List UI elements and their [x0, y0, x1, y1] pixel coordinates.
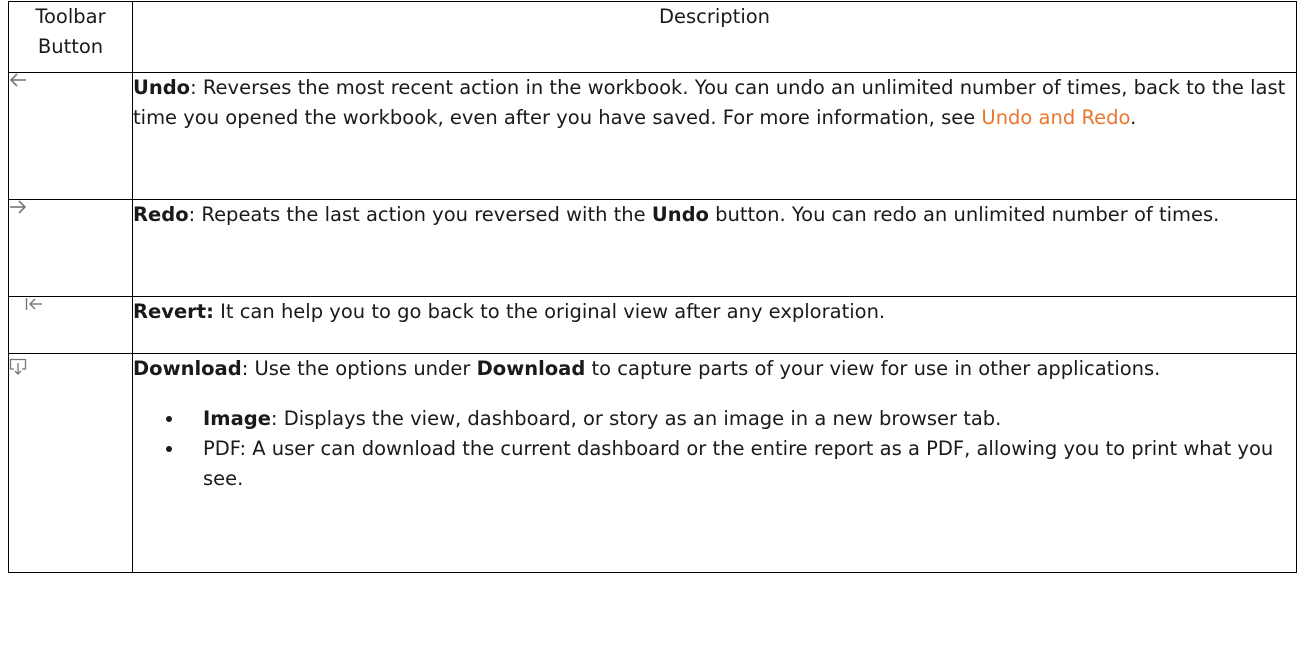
revert-icon	[25, 297, 132, 311]
table-row-undo: Undo: Reverses the most recent action in…	[8, 72, 1297, 200]
download-options-list: Image: Displays the view, dashboard, or …	[133, 404, 1296, 494]
table-row-redo: Redo: Repeats the last action you revers…	[8, 199, 1297, 297]
description-download: Download: Use the options under Download…	[132, 353, 1297, 573]
list-item-image: Image: Displays the view, dashboard, or …	[185, 404, 1296, 434]
header-description: Description	[132, 1, 1297, 73]
redo-term: Redo	[133, 203, 189, 226]
undo-arrow-icon	[9, 73, 132, 87]
list-item-pdf: PDF: A user can download the current das…	[185, 434, 1296, 494]
table-row-download: Download: Use the options under Download…	[8, 353, 1297, 573]
description-redo: Redo: Repeats the last action you revers…	[132, 199, 1297, 297]
undo-term: Undo	[133, 76, 191, 99]
header-toolbar-button: Toolbar Button	[8, 1, 133, 73]
undo-and-redo-link[interactable]: Undo and Redo	[981, 106, 1130, 129]
table-header-row: Toolbar Button Description	[8, 1, 1297, 73]
download-icon	[9, 358, 132, 376]
redo-arrow-icon	[9, 200, 132, 214]
description-revert: Revert: It can help you to go back to th…	[132, 296, 1297, 354]
download-term: Download	[133, 357, 242, 380]
description-undo: Undo: Reverses the most recent action in…	[132, 72, 1297, 200]
table-row-revert: Revert: It can help you to go back to th…	[8, 296, 1297, 354]
toolbar-buttons-table: Toolbar Button Description Undo: Reverse…	[8, 1, 1297, 573]
revert-term: Revert:	[133, 300, 214, 323]
